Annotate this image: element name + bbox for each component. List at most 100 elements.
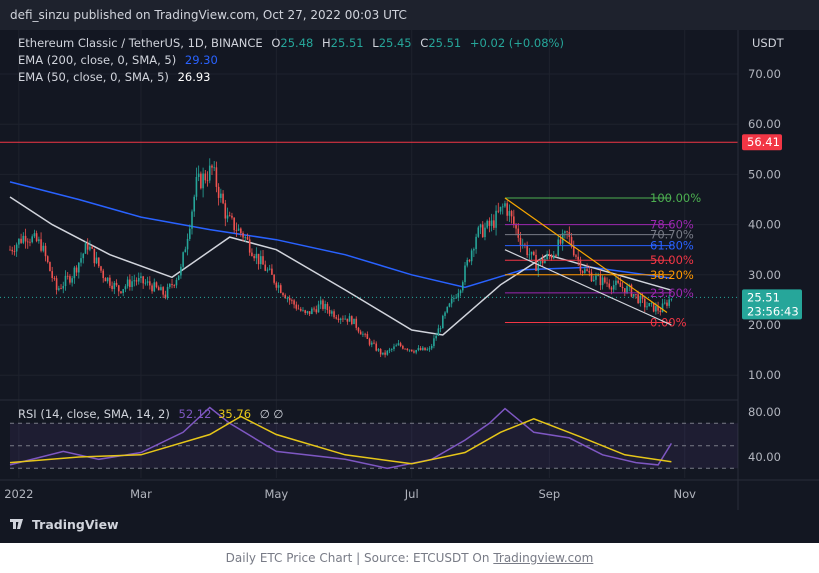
- candle: [643, 295, 646, 312]
- candle: [348, 313, 351, 322]
- candle: [615, 275, 617, 291]
- candle-body: [435, 335, 437, 339]
- candle: [459, 289, 462, 297]
- candle-body: [382, 352, 384, 355]
- candle: [173, 284, 176, 289]
- rsi-legend[interactable]: RSI (14, close, SMA, 14, 2) 52.12 35.76 …: [18, 407, 283, 421]
- candle: [339, 317, 342, 325]
- candle-body: [541, 258, 544, 264]
- candle: [499, 206, 502, 215]
- candle-body: [526, 245, 528, 256]
- candle: [80, 252, 82, 267]
- candle: [151, 283, 153, 294]
- candle: [213, 161, 215, 172]
- candle-body: [342, 318, 344, 320]
- candle: [568, 226, 571, 244]
- candle-body: [102, 270, 105, 279]
- candle-body: [506, 203, 508, 216]
- candle-body: [566, 231, 568, 233]
- candle: [135, 277, 138, 286]
- candle: [439, 325, 442, 333]
- candle: [508, 204, 511, 222]
- candle-body: [564, 231, 566, 234]
- candle: [42, 242, 45, 253]
- candle: [624, 288, 626, 297]
- candle-body: [137, 277, 140, 282]
- candle-body: [346, 318, 349, 322]
- candle: [366, 331, 369, 339]
- candle: [129, 274, 131, 291]
- price-tick-label: 30.00: [748, 268, 781, 282]
- candle: [335, 314, 338, 320]
- candle-body: [410, 349, 413, 352]
- candle-body: [319, 300, 322, 305]
- candle-body: [228, 215, 231, 217]
- candle: [69, 274, 71, 285]
- candle: [355, 316, 358, 331]
- candle: [202, 167, 204, 198]
- candle: [552, 251, 555, 260]
- candle: [109, 274, 111, 289]
- caption-link[interactable]: Tradingview.com: [493, 551, 593, 565]
- candle: [592, 275, 595, 282]
- candle: [590, 268, 593, 282]
- candle-body: [291, 300, 293, 302]
- candle: [393, 343, 395, 352]
- candle: [486, 219, 488, 230]
- candle: [652, 302, 655, 313]
- candle-body: [666, 302, 668, 306]
- candle: [426, 347, 429, 351]
- candle: [171, 279, 173, 289]
- candle-body: [501, 206, 504, 208]
- tradingview-logo[interactable]: TradingView: [10, 517, 119, 532]
- candle-body: [404, 348, 406, 350]
- candle-body: [262, 256, 264, 265]
- candle: [255, 247, 258, 265]
- candle: [113, 280, 116, 295]
- candle-body: [399, 343, 402, 346]
- candle: [93, 248, 96, 267]
- candle-body: [93, 248, 96, 264]
- candle-body: [42, 245, 45, 251]
- candle: [466, 257, 469, 268]
- candle-body: [244, 237, 247, 238]
- candle-body: [82, 253, 85, 259]
- candle: [49, 261, 51, 272]
- candle: [55, 275, 58, 295]
- candle-body: [153, 282, 156, 292]
- candle-body: [111, 285, 113, 289]
- candle: [295, 301, 298, 311]
- candle: [473, 247, 475, 258]
- candle-body: [20, 238, 22, 243]
- candle: [333, 309, 335, 319]
- candle-body: [550, 255, 553, 259]
- candle: [395, 343, 397, 347]
- candle: [604, 276, 606, 284]
- candle: [217, 183, 220, 206]
- candle-body: [495, 210, 497, 228]
- price-tick-label: 40.00: [748, 218, 781, 232]
- candle-body: [60, 288, 62, 290]
- candle: [73, 265, 76, 284]
- candle-body: [268, 268, 271, 270]
- candle: [646, 301, 648, 311]
- candle: [484, 222, 486, 241]
- candle: [86, 238, 89, 255]
- legend-line-1: Ethereum Classic / TetherUS, 1D, BINANCE…: [18, 36, 564, 50]
- candle: [282, 292, 284, 297]
- candle: [62, 281, 65, 294]
- candle-body: [624, 288, 626, 294]
- legend-ema200[interactable]: EMA (200, close, 0, SMA, 5) 29.30: [18, 53, 218, 67]
- candle-body: [113, 282, 116, 289]
- price-chart[interactable]: 100.00%78.60%70.70%61.80%50.00%38.20%23.…: [0, 0, 819, 543]
- candle-body: [379, 349, 382, 355]
- candle-body: [126, 279, 129, 287]
- candle: [446, 306, 449, 314]
- candle-body: [304, 310, 306, 313]
- candle-body: [513, 216, 515, 225]
- candle-body: [557, 239, 560, 256]
- candle: [526, 241, 528, 258]
- legend-ema50[interactable]: EMA (50, close, 0, SMA, 5) 26.93: [18, 70, 211, 84]
- candle: [313, 306, 315, 312]
- candle-body: [193, 196, 196, 212]
